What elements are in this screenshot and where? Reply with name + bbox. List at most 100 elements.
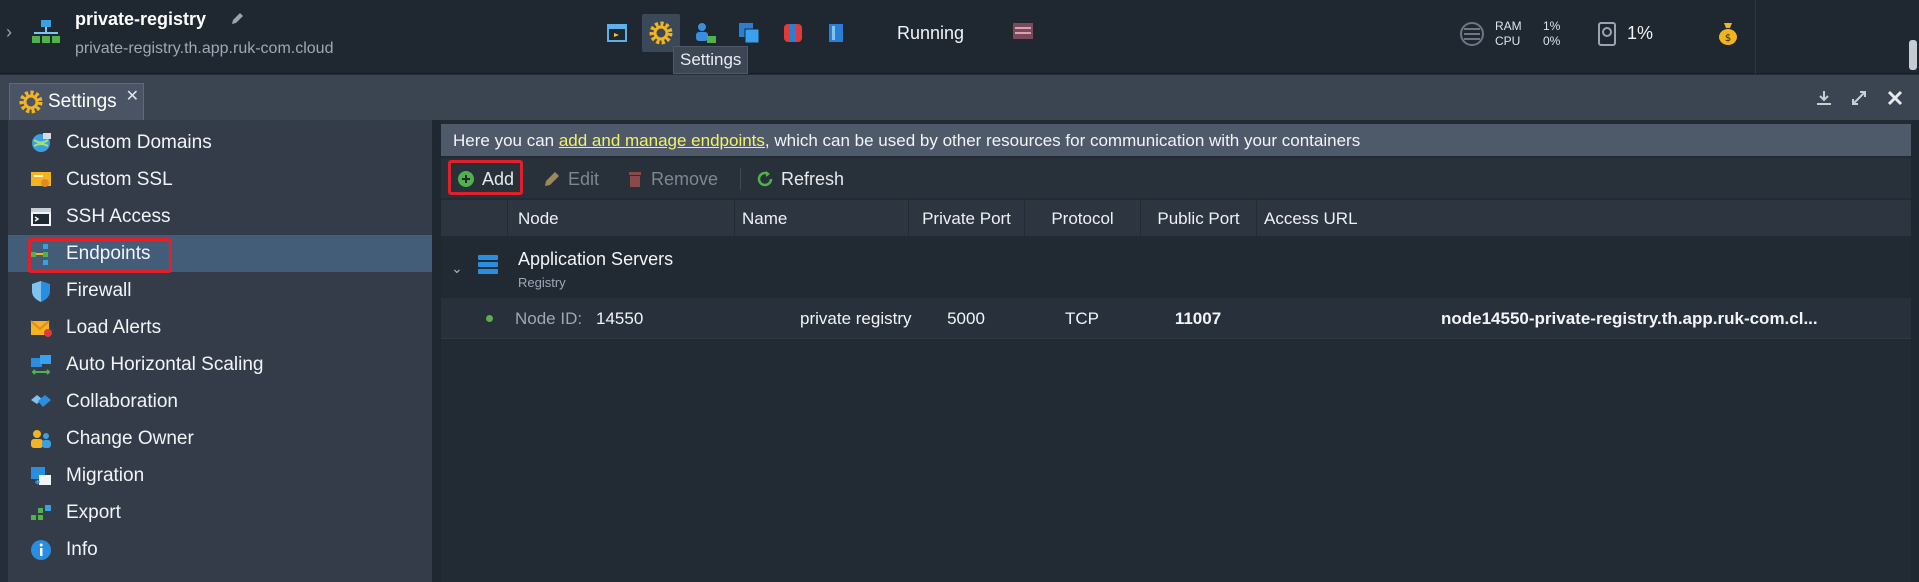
environment-domain-link[interactable]: private-registry.th.app.ruk-com.cloud: [75, 40, 333, 58]
page-scrollbar-thumb[interactable]: [1909, 40, 1917, 70]
sidebar-item-collaboration[interactable]: Collaboration: [28, 387, 178, 417]
ram-label: RAM: [1495, 19, 1522, 33]
migrate-icon: [784, 24, 802, 42]
disk-usage-value: 1%: [1627, 23, 1654, 43]
row-divider: [441, 338, 1911, 339]
browser-icon: [607, 24, 627, 42]
environment-name[interactable]: private-registry: [75, 9, 206, 30]
gear-icon: [649, 21, 673, 45]
download-icon[interactable]: [1812, 86, 1836, 110]
access-url-value[interactable]: node14550-private-registry.th.app.ruk-co…: [1441, 309, 1818, 329]
close-panel-icon[interactable]: [1883, 86, 1907, 110]
maximize-icon[interactable]: [1847, 86, 1871, 110]
refresh-icon: [755, 169, 775, 189]
private-port-value: 5000: [947, 309, 985, 328]
endpoints-toolbar: Add Edit Remove Refresh: [441, 158, 1911, 198]
node-id-prefix: Node ID:: [515, 309, 583, 328]
cpu-label: CPU: [1495, 34, 1521, 48]
remove-button[interactable]: Remove: [625, 164, 718, 194]
handshake-icon: [28, 389, 54, 415]
close-icon[interactable]: ✕: [126, 86, 139, 106]
collaboration-user-icon: [696, 23, 716, 43]
server-stack-icon: [478, 255, 498, 274]
billing-money-bag-icon[interactable]: $: [1717, 20, 1739, 46]
environment-topology-icon: [32, 20, 60, 43]
export-button[interactable]: [818, 14, 856, 52]
column-name[interactable]: Name: [734, 200, 908, 236]
endpoint-name: private registry: [800, 309, 912, 328]
node-id-value: 14550: [596, 309, 644, 328]
grid-header: Node Name Private Port Protocol Public P…: [441, 200, 1911, 236]
sidebar-item-custom-ssl[interactable]: Custom SSL: [28, 165, 173, 195]
rename-pencil-icon[interactable]: [230, 12, 244, 26]
open-in-browser-button[interactable]: [598, 14, 636, 52]
column-protocol[interactable]: Protocol: [1024, 200, 1140, 236]
edit-button[interactable]: Edit: [542, 164, 599, 194]
column-public-port[interactable]: Public Port: [1140, 200, 1256, 236]
column-node[interactable]: Node: [507, 200, 734, 236]
sidebar-item-ssh-access[interactable]: SSH Access: [28, 202, 171, 232]
export-book-icon: [829, 24, 843, 42]
settings-tooltip: Settings: [673, 46, 749, 74]
globe-icon: [28, 130, 54, 156]
environment-header: › private-registry private-registry.th.a…: [0, 0, 1919, 74]
info-icon: [28, 537, 54, 563]
column-private-port[interactable]: Private Port: [908, 200, 1024, 236]
toolbar-divider: [740, 168, 741, 190]
info-banner: Here you can add and manage endpoints, w…: [441, 124, 1911, 156]
migrate-button[interactable]: [774, 14, 812, 52]
ram-cpu-values: 1% 0%: [1543, 19, 1560, 49]
sidebar-item-change-owner[interactable]: Change Owner: [28, 424, 194, 454]
column-access-url[interactable]: Access URL: [1256, 200, 1911, 236]
public-port-value: 11007: [1174, 309, 1222, 328]
group-row-application-servers[interactable]: ⌄ Application Servers Registry: [441, 238, 1911, 298]
gear-icon: [19, 90, 43, 114]
cpu-value: 0%: [1543, 34, 1561, 48]
tab-settings[interactable]: Settings ✕: [9, 83, 144, 120]
panel-splitter[interactable]: [432, 120, 441, 582]
column-expander: [441, 200, 507, 236]
sidebar-item-info[interactable]: Info: [28, 535, 98, 565]
sidebar-item-auto-horizontal-scaling[interactable]: Auto Horizontal Scaling: [28, 350, 264, 380]
sidebar-item-firewall[interactable]: Firewall: [28, 276, 131, 306]
add-highlight-box: [448, 160, 523, 195]
manage-endpoints-link[interactable]: add and manage endpoints: [559, 131, 765, 150]
tab-strip: Settings ✕: [0, 75, 1919, 120]
mail-alert-icon: [28, 315, 54, 341]
settings-sidebar: Custom Domains Custom SSL SSH Access End…: [8, 120, 432, 582]
ram-cpu-labels: RAM CPU: [1495, 19, 1522, 49]
terminal-icon: [28, 204, 54, 230]
shield-icon: [28, 278, 54, 304]
sidebar-item-custom-domains[interactable]: Custom Domains: [28, 128, 212, 158]
status-dot-icon: [486, 315, 493, 322]
banner-prefix: Here you can: [453, 131, 559, 150]
sidebar-item-migration[interactable]: Migration: [28, 461, 144, 491]
protocol-value: TCP: [1065, 309, 1099, 328]
group-title: Application Servers: [518, 249, 674, 269]
refresh-button[interactable]: Refresh: [755, 164, 844, 194]
sidebar-item-export[interactable]: Export: [28, 498, 121, 528]
tab-label: Settings: [48, 91, 117, 112]
status-toggle-icon[interactable]: [1012, 22, 1034, 40]
disk-icon: [1598, 22, 1616, 46]
clone-icon: [739, 23, 760, 44]
header-divider: [1755, 0, 1756, 74]
certificate-icon: [28, 167, 54, 193]
sidebar-item-load-alerts[interactable]: Load Alerts: [28, 313, 161, 343]
group-subtitle: Registry: [518, 275, 566, 290]
table-row[interactable]: Node ID: 14550 private registry 5000 TCP…: [441, 298, 1911, 338]
environment-status: Running: [897, 23, 965, 43]
users-icon: [28, 426, 54, 452]
right-gutter: [1911, 120, 1919, 582]
migration-icon: [28, 463, 54, 489]
chevron-down-icon[interactable]: ⌄: [451, 260, 463, 277]
svg-text:$: $: [1725, 33, 1731, 44]
expand-chevron-icon[interactable]: ›: [6, 22, 18, 42]
scaling-icon: [28, 352, 54, 378]
export-icon: [28, 500, 54, 526]
banner-suffix: , which can be used by other resources f…: [764, 131, 1361, 150]
server-metrics-icon: [1460, 22, 1484, 46]
pencil-icon: [542, 169, 562, 189]
endpoints-panel: Here you can add and manage endpoints, w…: [441, 120, 1919, 582]
endpoints-highlight-box: [28, 238, 172, 273]
